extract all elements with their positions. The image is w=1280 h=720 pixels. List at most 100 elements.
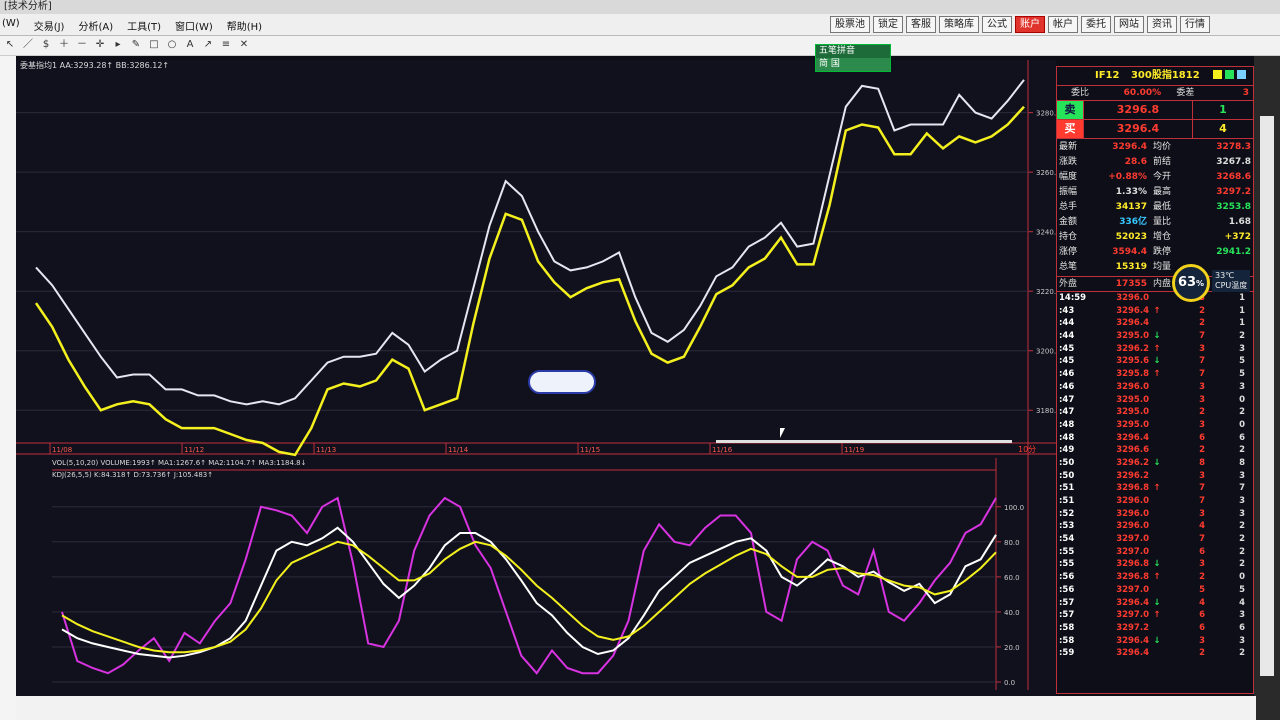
tick-arrow (1149, 381, 1165, 394)
menu-item-2[interactable]: 分析(A) (78, 18, 113, 33)
top-button-4[interactable]: 公式 (982, 16, 1012, 33)
tick-time: :57 (1059, 610, 1075, 621)
floating-pill[interactable] (528, 370, 596, 394)
zoom-out-icon[interactable]: － (76, 39, 88, 51)
top-button-8[interactable]: 网站 (1114, 16, 1144, 33)
arrow-tool-icon[interactable]: ↗ (202, 39, 214, 51)
buy-qty: 4 (1219, 122, 1227, 135)
top-button-9[interactable]: 资讯 (1147, 16, 1177, 33)
tick-volume: 7 (1199, 534, 1205, 545)
top-button-0[interactable]: 股票池 (830, 16, 870, 33)
menu-item-1[interactable]: 交易(J) (34, 18, 65, 33)
tick-arrow: ↑ (1153, 343, 1161, 354)
tick-volume: 3 (1199, 559, 1205, 570)
tick-time: :45 (1059, 343, 1075, 354)
tick-row: :45 3296.2 ↑ 3 3 (1057, 343, 1253, 356)
select-icon[interactable]: ▸ (112, 39, 124, 51)
bottom-bar (16, 696, 1256, 720)
left-strip (0, 56, 16, 720)
cursor-tool-icon[interactable]: ↖ (4, 39, 16, 51)
tick-price: 3295.8 (1116, 369, 1149, 380)
tick-count: 5 (1239, 356, 1245, 367)
top-button-bar: 股票池 锁定 客服 策略库 公式 账户 帐户 委托 网站 资讯 行情 (830, 16, 1210, 33)
tick-count: 2 (1239, 521, 1245, 532)
tick-price: 3296.0 (1116, 508, 1149, 519)
xaxis-label: 11/08 (52, 446, 72, 454)
top-button-2[interactable]: 客服 (906, 16, 936, 33)
stat-row: 涨跌 28.6 前结 3267.8 (1057, 155, 1253, 170)
green-square-icon[interactable] (1225, 70, 1234, 79)
top-button-3[interactable]: 策略库 (939, 16, 979, 33)
tick-count: 6 (1239, 622, 1245, 633)
delete-tool-icon[interactable]: ✕ (238, 39, 250, 51)
tick-price: 3295.0 (1116, 394, 1149, 405)
stat-value: 28.6 (1124, 157, 1147, 167)
tick-time: :54 (1059, 534, 1075, 545)
menu-item-3[interactable]: 工具(T) (127, 18, 161, 33)
ime-sub: 简 国 (816, 58, 890, 71)
blue-square-icon[interactable] (1237, 70, 1246, 79)
tick-time: :53 (1059, 521, 1075, 532)
quote-header: IF12 300股指1812 (1057, 67, 1253, 86)
tick-count: 2 (1239, 648, 1245, 659)
tick-row: :53 3296.0 4 2 (1057, 520, 1253, 533)
right-scrollbar[interactable] (1260, 116, 1274, 676)
rect-tool-icon[interactable]: □ (148, 39, 160, 51)
tick-time: :44 (1059, 331, 1075, 342)
stat-value: 3278.3 (1216, 142, 1251, 152)
pen-icon[interactable]: ✎ (130, 39, 142, 51)
text-tool-icon[interactable]: A (184, 39, 196, 51)
tick-volume: 6 (1199, 610, 1205, 621)
tick-volume: 3 (1199, 508, 1205, 519)
tick-row: :48 3295.0 3 0 (1057, 419, 1253, 432)
cpu-gauge[interactable]: 63% (1172, 264, 1210, 302)
circle-tool-icon[interactable]: ○ (166, 39, 178, 51)
tick-time: :49 (1059, 445, 1075, 456)
dollar-tool-icon[interactable]: $ (40, 39, 52, 51)
stat-row: 总手 34137 最低 3253.8 (1057, 200, 1253, 215)
kdj-ytick-label: 0.0 (1004, 679, 1015, 687)
tick-time: :44 (1059, 318, 1075, 329)
tick-time: :47 (1059, 407, 1075, 418)
line-tool-icon[interactable]: ／ (22, 39, 34, 51)
menu-item-4[interactable]: 窗口(W) (175, 18, 213, 33)
tick-count: 2 (1239, 407, 1245, 418)
xaxis-label: 11/13 (316, 446, 336, 454)
tick-count: 3 (1239, 610, 1245, 621)
tick-price: 3297.0 (1116, 534, 1149, 545)
top-button-6[interactable]: 帐户 (1048, 16, 1078, 33)
tick-arrow (1149, 622, 1165, 635)
tick-row: :47 3295.0 2 2 (1057, 406, 1253, 419)
stat-label: 持仓 (1059, 232, 1078, 242)
crosshair-icon[interactable]: ✛ (94, 39, 106, 51)
tick-price: 3296.8 (1116, 559, 1149, 570)
tick-volume: 8 (1199, 457, 1205, 468)
fib-tool-icon[interactable]: ≡ (220, 39, 232, 51)
input-method-panel[interactable]: 五笔拼音 简 国 (815, 44, 891, 72)
tick-count: 0 (1239, 572, 1245, 583)
kdj-ytick-label: 20.0 (1004, 644, 1020, 652)
contract-name: 300股指1812 (1130, 70, 1200, 81)
cpu-temp: 33℃ (1215, 271, 1235, 280)
stat-label: 最低 (1153, 202, 1172, 212)
top-button-5[interactable]: 账户 (1015, 16, 1045, 33)
tick-list[interactable]: 14:59 3296.0 3 1:43 3296.4 ↑ 2 1:44 3296.4 2 1:44 3… (1057, 292, 1253, 660)
top-button-7[interactable]: 委托 (1081, 16, 1111, 33)
scroll-slider[interactable] (716, 440, 1012, 443)
tick-row: :58 3297.2 6 6 (1057, 622, 1253, 635)
tick-volume: 2 (1199, 445, 1205, 456)
menu-item-0[interactable]: (W) (2, 18, 20, 33)
tick-volume: 6 (1199, 546, 1205, 557)
top-button-10[interactable]: 行情 (1180, 16, 1210, 33)
tick-time: :58 (1059, 622, 1075, 633)
waipan-label: 外盘 (1059, 279, 1078, 289)
zoom-in-icon[interactable]: ＋ (58, 39, 70, 51)
tick-arrow (1149, 508, 1165, 521)
tick-time: :50 (1059, 470, 1075, 481)
tick-row: :43 3296.4 ↑ 2 1 (1057, 305, 1253, 318)
tick-time: :45 (1059, 356, 1075, 367)
yellow-square-icon[interactable] (1213, 70, 1222, 79)
top-button-1[interactable]: 锁定 (873, 16, 903, 33)
tick-price: 3296.8 (1116, 483, 1149, 494)
menu-item-5[interactable]: 帮助(H) (227, 18, 262, 33)
